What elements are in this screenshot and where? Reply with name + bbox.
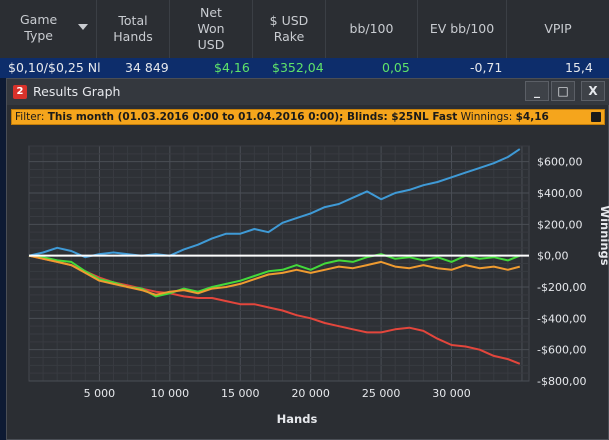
table-row[interactable]: $0,10/$0,25 Nl 34 849 $4,16 $352,04 0,05… xyxy=(0,58,609,78)
y-tick-label: $600,00 xyxy=(537,156,583,169)
y-tick-label: $0,00 xyxy=(537,250,569,263)
cell-bb100: 0,05 xyxy=(382,60,410,75)
x-tick-label: 15 000 xyxy=(221,387,260,400)
y-axis-title: Winnings xyxy=(598,205,609,265)
y-tick-label: -$600,00 xyxy=(537,344,586,357)
column-header-net-won[interactable]: Net Won USD xyxy=(170,0,253,58)
column-header-ev-bb100[interactable]: EV bb/100 xyxy=(418,0,507,58)
y-tick-label: $400,00 xyxy=(537,187,583,200)
column-header-game-type[interactable]: Game Type xyxy=(0,0,97,58)
cell-rake: $352,04 xyxy=(272,60,324,75)
cell-total-hands: 34 849 xyxy=(125,60,169,75)
y-tick-label: -$800,00 xyxy=(537,375,586,388)
cell-game-type: $0,10/$0,25 Nl xyxy=(8,60,101,75)
cell-ev-bb100: -0,71 xyxy=(470,60,503,75)
stats-table-header: Game Type Total Hands Net Won USD $ USD … xyxy=(0,0,609,58)
x-tick-label: 10 000 xyxy=(151,387,190,400)
cell-vpip: 15,4 xyxy=(565,60,593,75)
column-header-vpip[interactable]: VPIP xyxy=(507,0,609,58)
results-chart: $600,00 $400,00 $200,00 $0,00 -$200,00 -$400,… xyxy=(28,145,609,426)
sort-descending-icon[interactable] xyxy=(78,24,88,30)
x-axis-title: Hands xyxy=(277,412,318,426)
column-header-bb100[interactable]: bb/100 xyxy=(326,0,418,58)
app-screen: Game Type Total Hands Net Won USD $ USD … xyxy=(0,0,609,440)
x-tick-label: 20 000 xyxy=(291,387,330,400)
column-header-rake[interactable]: $ USD Rake xyxy=(253,0,326,58)
y-tick-label: -$400,00 xyxy=(537,312,586,325)
results-graph-window: 2 Results Graph _ □ X Filter: This month… xyxy=(6,78,609,440)
y-tick-label: -$200,00 xyxy=(537,281,586,294)
x-tick-label: 25 000 xyxy=(362,387,401,400)
x-tick-label: 30 000 xyxy=(432,387,471,400)
x-tick-label: 5 000 xyxy=(84,387,116,400)
y-tick-label: $200,00 xyxy=(537,218,583,231)
cell-net-won: $4,16 xyxy=(214,60,250,75)
column-header-total-hands[interactable]: Total Hands xyxy=(97,0,170,58)
